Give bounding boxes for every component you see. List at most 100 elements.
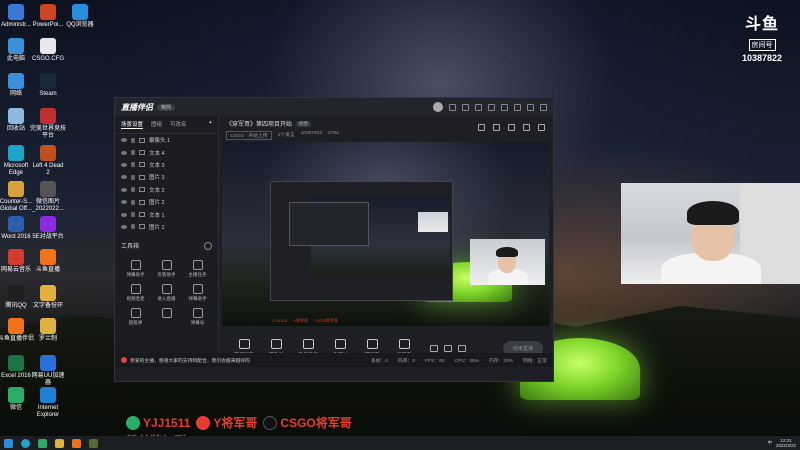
toolbox-item[interactable]: 视频连麦 [121, 282, 150, 302]
lock-icon[interactable] [131, 162, 135, 168]
start-icon[interactable] [4, 438, 13, 448]
source-item[interactable]: 文本 4 [115, 146, 218, 158]
eye-icon[interactable] [121, 162, 127, 167]
stream-category[interactable]: CSGO · 开始上传 [226, 131, 272, 140]
wechat-taskbar-icon[interactable] [38, 438, 47, 448]
desktop-icon[interactable]: 5E对战平台 [30, 216, 66, 241]
douyu-taskbar-icon[interactable] [72, 438, 81, 448]
desktop-icon[interactable]: Word 2016 [0, 216, 34, 241]
feedback-icon[interactable] [475, 103, 482, 111]
input-lang[interactable]: 中 [767, 440, 772, 446]
desktop-icon[interactable]: 微信 [0, 387, 34, 412]
source-item[interactable]: 图片 2 [115, 196, 218, 208]
desktop-icon[interactable]: 网易UU加速器 [30, 355, 66, 387]
lock-icon[interactable] [131, 187, 135, 193]
lock-icon[interactable] [131, 174, 135, 180]
desktop-icon[interactable]: 网易云音乐 [0, 249, 34, 274]
tab-scene[interactable]: 场景设置 [121, 120, 144, 129]
eye-icon[interactable] [121, 138, 127, 143]
eye-icon[interactable] [121, 175, 127, 180]
desktop-icon-label: 微信图片_2022022... [32, 199, 64, 212]
desktop-icon[interactable]: Counter-S... Global Off... [0, 181, 34, 213]
desktop-icon[interactable]: 网络 [0, 73, 34, 98]
eye-icon[interactable] [121, 150, 127, 155]
user-avatar[interactable] [433, 102, 443, 112]
explorer-taskbar-icon[interactable] [55, 438, 64, 448]
lock-icon[interactable] [131, 150, 135, 156]
eye-icon[interactable] [121, 224, 127, 229]
close-icon[interactable] [540, 103, 547, 111]
source-item[interactable]: 图片 3 [115, 171, 218, 183]
source-item[interactable]: 文本 2 [115, 184, 218, 196]
desktop-icon[interactable]: QQ浏览器 [62, 4, 98, 29]
window-titlebar[interactable]: 直播伴侣 精简 [115, 98, 553, 116]
desktop-icon[interactable]: Administr... [0, 4, 34, 29]
desktop-icon[interactable]: Excel 2016 [0, 355, 34, 380]
desktop-icon[interactable]: 腾讯QQ [0, 285, 34, 310]
gear-icon[interactable] [458, 344, 466, 352]
menu-icon[interactable] [501, 103, 508, 111]
tab-rename[interactable]: 可改名 [170, 120, 187, 129]
eye-icon[interactable] [121, 200, 127, 205]
toolbox-item[interactable]: 弹幕号 [183, 306, 212, 326]
qq-icon [8, 285, 24, 301]
toolbox-item[interactable]: 进入直播 [152, 282, 181, 302]
desktop-icon[interactable]: 微信图片_2022022... [30, 181, 66, 213]
gift-icon[interactable] [478, 124, 485, 131]
toolbox-item[interactable] [152, 306, 181, 326]
lock-icon[interactable] [493, 124, 500, 131]
source-item[interactable]: 摄像头 1 [115, 134, 218, 146]
edit-title-button[interactable]: 修改 [296, 120, 312, 127]
desktop-icon[interactable]: 斗鱼直播 [30, 249, 66, 274]
record-icon[interactable] [444, 344, 452, 352]
bell-icon[interactable] [523, 124, 530, 131]
share-icon[interactable] [538, 124, 545, 131]
settings-icon[interactable] [462, 103, 469, 111]
layout-icon[interactable] [508, 124, 515, 131]
lock-icon[interactable] [131, 199, 135, 205]
toolbox-item[interactable]: 弹幕助手 [183, 282, 212, 302]
camera-icon[interactable] [430, 344, 438, 352]
stream-preview[interactable]: YJJ1511 Y将军哥 CSGO将军哥 [222, 142, 549, 326]
toolbox-item[interactable]: 主播任务 [183, 258, 212, 278]
desktop-icon[interactable]: Left 4 Dead 2 [30, 145, 66, 177]
toolbox-item[interactable]: 房管助手 [152, 258, 181, 278]
desktop-icon[interactable]: Internet Explorer [30, 387, 66, 419]
skin-icon[interactable] [488, 103, 495, 111]
notice-text[interactable]: 亲爱的主播，感谢大家的支持和配合，我们会越来越好的 [130, 357, 250, 364]
desktop-icon[interactable]: 完美世界竞技平台 [30, 108, 66, 140]
clock[interactable]: 12:31 2022/3/22 [776, 438, 796, 448]
eye-icon[interactable] [121, 187, 127, 192]
desktop-icon[interactable]: 文字备份环 [30, 285, 66, 310]
desktop-icon[interactable]: 斗鱼直播伴侣 [0, 318, 34, 343]
minimize-icon[interactable] [514, 103, 521, 111]
source-list: 摄像头 1 文本 4 文本 3 图片 3 文本 2 图片 2 文本 1 图片 1 [115, 134, 218, 233]
lock-icon[interactable] [131, 137, 135, 143]
desktop-icon[interactable]: Steam [30, 73, 66, 98]
desktop-icon[interactable]: CSGO.CFG [30, 38, 66, 63]
stream-title[interactable]: 《穿军哥》第四项目开始 [226, 119, 292, 128]
edge-taskbar-icon[interactable] [21, 438, 30, 448]
maximize-icon[interactable] [527, 103, 534, 111]
toolbox-item[interactable]: 弹幕助手 [121, 258, 150, 278]
desktop-icon[interactable]: Microsoft Edge [0, 145, 34, 177]
desktop-icon[interactable]: 罗兰制 [30, 318, 66, 343]
source-item[interactable]: 文本 3 [115, 159, 218, 171]
douyu-companion-window[interactable]: 直播伴侣 精简 场景设置 图组 可改名 + 摄像头 1 文本 4 文本 3 图片 3 文… [114, 97, 554, 382]
lock-icon[interactable] [131, 212, 135, 218]
toolbox-item[interactable]: 超级弹 [121, 306, 150, 326]
add-scene-button[interactable]: + [209, 120, 212, 129]
desktop-icon[interactable]: 此电脑 [0, 38, 34, 63]
toolbox-more-icon[interactable] [204, 241, 212, 250]
desktop-icon[interactable]: 回收站 [0, 108, 34, 133]
app-mode-badge[interactable]: 精简 [157, 103, 176, 111]
desktop-icon[interactable]: PowerPoi... [30, 4, 66, 29]
source-item[interactable]: 图片 1 [115, 221, 218, 233]
csgo-taskbar-icon[interactable] [89, 438, 98, 448]
source-item[interactable]: 文本 1 [115, 208, 218, 220]
source-label: 文本 1 [149, 212, 165, 219]
message-icon[interactable] [449, 103, 456, 111]
eye-icon[interactable] [121, 212, 127, 217]
lock-icon[interactable] [131, 224, 135, 230]
tab-group[interactable]: 图组 [151, 120, 162, 129]
